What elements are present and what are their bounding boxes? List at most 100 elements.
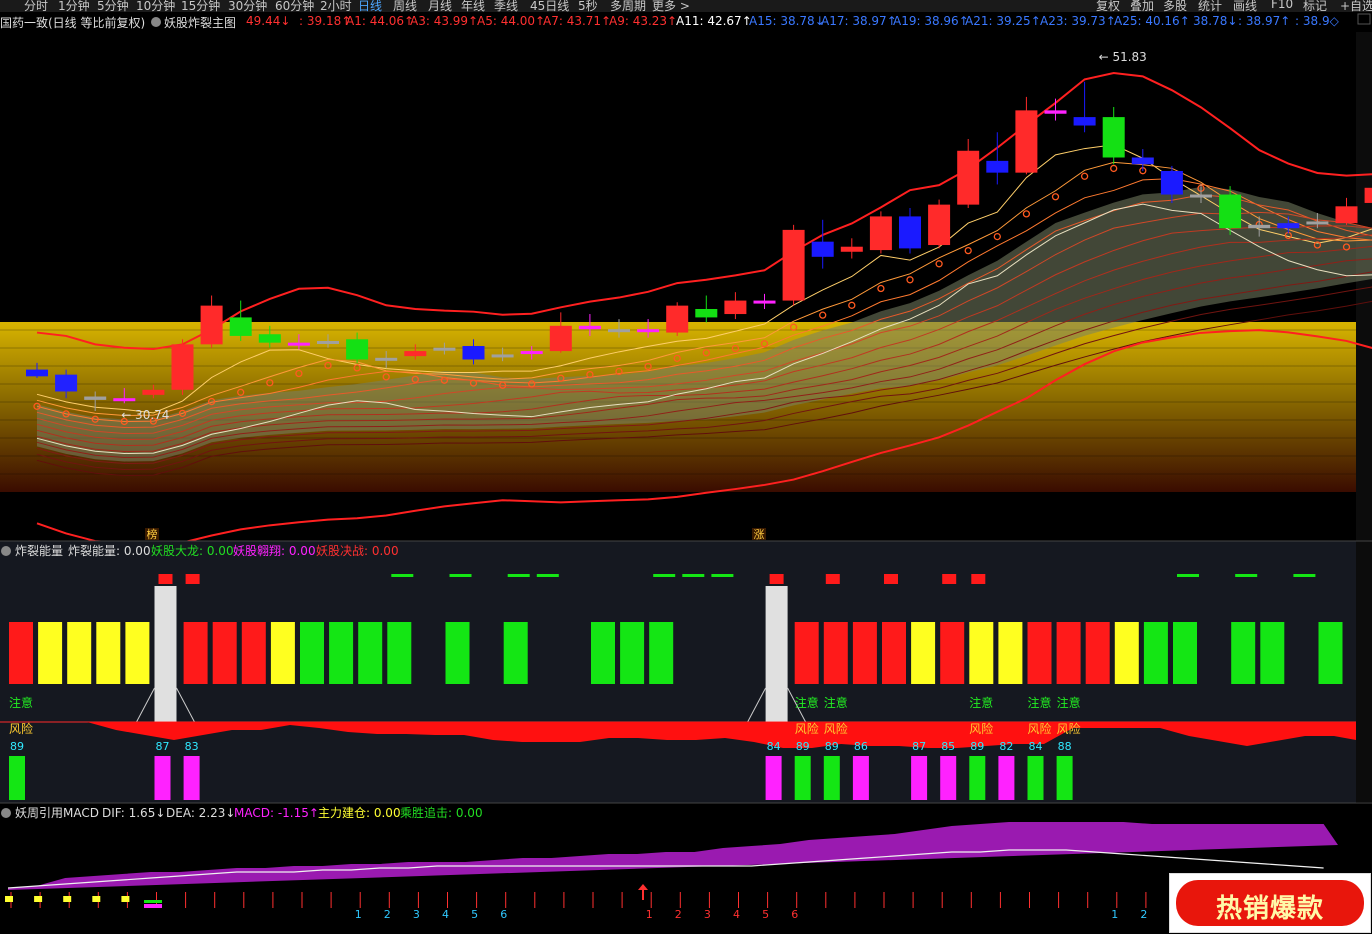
macd-count: 1 (355, 908, 362, 921)
risk-number: 87 (912, 740, 926, 753)
badge-text: 热销爆款 (1215, 894, 1324, 924)
energy-bar (1143, 622, 1168, 684)
energy-bar (969, 622, 994, 684)
candle-body (84, 396, 107, 400)
candle-body (753, 300, 776, 304)
energy-bar (38, 622, 63, 684)
high-annotation: ← 51.83 (1099, 50, 1147, 64)
risk-bar (1056, 756, 1073, 800)
macd-count: 5 (762, 908, 769, 921)
ma-value-6: A9: 43.23↑ (609, 14, 678, 28)
risk-bar (969, 756, 986, 800)
risk-bar (998, 756, 1015, 800)
candle-body (1277, 223, 1300, 229)
energy-green-dash (507, 574, 530, 577)
ma-value-8: A15: 38.78↓ (749, 14, 825, 28)
candle-body (957, 150, 980, 205)
ma-value-2: A1: 44.06↑ (346, 14, 415, 28)
ma-value-11: A21: 39.25↑ (965, 14, 1041, 28)
candle-body (1044, 110, 1067, 114)
candle-body (258, 334, 281, 343)
energy-bar (998, 622, 1023, 684)
candle-body (1335, 206, 1358, 224)
energy-bar (241, 622, 266, 684)
macd-count: 3 (704, 908, 711, 921)
ma-value-13: A25: 40.16↑ (1114, 14, 1190, 28)
energy-bar (591, 622, 615, 684)
macd-yellow-bar (5, 896, 13, 902)
candle-body (113, 398, 136, 402)
note-label: 注意 (969, 695, 993, 710)
energy-top-marker (971, 574, 986, 584)
candle-body (404, 351, 427, 357)
energy-bar (620, 622, 645, 684)
indicator-name[interactable]: 妖股炸裂主图 (164, 14, 236, 31)
macd-count: 6 (791, 908, 798, 921)
main-chart-header: 国药一致(日线 等比前复权) 妖股炸裂主图 49.44↓ : 39.18↑ A1: 44… (0, 13, 1372, 31)
risk-label: 风险 (969, 721, 993, 736)
energy-bar (9, 622, 33, 684)
candle-body (142, 389, 165, 395)
low-annotation: ← 30.74 (121, 408, 169, 422)
ma-value-16: : 38.9◇ (1295, 14, 1339, 28)
macd-count: 1 (1111, 908, 1118, 921)
candle-body (840, 246, 863, 252)
energy-bar (445, 622, 470, 684)
macd-count: 4 (733, 908, 740, 921)
energy-green-dash (653, 574, 676, 577)
energy-bar (300, 622, 324, 684)
hot-sale-logo: 热销爆款 (1169, 873, 1371, 933)
candle-body (200, 305, 223, 345)
risk-bar (852, 756, 869, 800)
macd-signal (144, 900, 162, 903)
macd-count: 2 (675, 908, 682, 921)
candle-body (608, 329, 630, 333)
risk-number: 89 (825, 740, 839, 753)
candle-body (26, 369, 48, 377)
candle-body (1190, 194, 1212, 198)
energy-bar (1027, 622, 1052, 684)
candle-body (1073, 117, 1096, 126)
energy-value-1: 妖股大龙: 0.00 (151, 544, 234, 558)
candle-body (55, 374, 78, 392)
energy-green-dash (1177, 574, 1199, 577)
risk-number: 82 (999, 740, 1013, 753)
energy-bar (67, 622, 92, 684)
ma-value-0: 49.44↓ (246, 14, 291, 28)
candle-body (346, 339, 369, 360)
chevron-down-icon[interactable] (151, 17, 161, 27)
energy-bar (125, 622, 150, 684)
energy-bar (1056, 622, 1081, 684)
marker-zhang: 涨 (754, 528, 765, 541)
ma-value-3: A3: 43.99↑ (410, 14, 479, 28)
risk-bar (794, 756, 811, 800)
energy-bar (940, 622, 965, 684)
stock-title: 国药一致(日线 等比前复权) (0, 16, 146, 30)
energy-bar (329, 622, 354, 684)
energy-bar (794, 622, 819, 684)
energy-bar (270, 622, 295, 684)
macd-yellow-bar (63, 896, 72, 902)
candle-body (491, 354, 514, 358)
candle-body (520, 351, 543, 355)
chart-canvas: ← 51.83 ← 30.74 榜 涨炸裂能量 炸裂能量: 0.00 妖股大龙: 0.00… (0, 13, 1372, 934)
energy-spike (765, 586, 788, 722)
energy-green-dash (449, 574, 472, 577)
marker-bang: 榜 (147, 527, 158, 541)
energy-bar (1114, 622, 1139, 684)
risk-bar (823, 756, 840, 800)
energy-bar (183, 622, 208, 684)
risk-label: 风险 (795, 721, 819, 736)
candle-body (375, 357, 398, 361)
macd-value-4: 乘胜追击: 0.00 (400, 805, 483, 820)
energy-top-marker (769, 574, 784, 584)
risk-bar (765, 756, 782, 800)
risk-bar (9, 756, 25, 800)
candle-body (1131, 157, 1154, 165)
candle-body (666, 305, 689, 333)
candle-body (695, 308, 718, 318)
energy-bar (1318, 622, 1343, 684)
energy-spike (154, 586, 177, 722)
ma-value-1: : 39.18↑ (299, 14, 352, 28)
ma-value-4: A5: 44.00↑ (477, 14, 546, 28)
